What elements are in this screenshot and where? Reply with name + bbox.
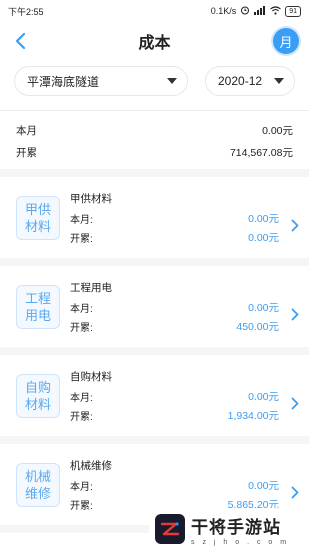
watermark-text: 干将手游站 s z j h o . c o m	[191, 513, 289, 546]
site-watermark: 干将手游站 s z j h o . c o m	[149, 508, 309, 550]
category-cumulative-value: 450.00元	[236, 320, 279, 333]
category-name: 机械维修	[70, 459, 112, 472]
summary-month-row: 本月 0.00元	[16, 119, 293, 141]
category-details: 机械维修 本月: 0.00元 开累: 5,865.20元	[70, 456, 279, 514]
status-icons: 0.1K/s 91	[211, 5, 301, 17]
alarm-icon	[240, 5, 250, 17]
date-select-value: 2020-12	[218, 74, 263, 88]
category-month-row: 本月: 0.00元	[70, 476, 279, 495]
category-name: 甲供材料	[70, 192, 112, 205]
category-cumulative-value: 0.00元	[248, 231, 279, 244]
category-month-label: 本月:	[70, 481, 93, 493]
page-title: 成本	[138, 35, 171, 52]
category-details: 工程用电 本月: 0.00元 开累: 450.00元	[70, 278, 279, 336]
month-toggle-button[interactable]: 月	[273, 28, 299, 54]
status-bar: 下午2:55 0.1K/s 91	[0, 0, 309, 22]
category-cumulative-row: 开累: 1,934.00元	[70, 406, 279, 425]
network-speed: 0.1K/s	[210, 6, 237, 16]
category-cumulative-row: 开累: 450.00元	[70, 317, 279, 336]
category-badge: 机械维修	[16, 462, 60, 507]
back-button[interactable]	[14, 29, 34, 53]
category-month-value: 0.00元	[248, 390, 279, 403]
category-month-row: 本月: 0.00元	[70, 387, 279, 406]
chevron-right-icon	[283, 308, 299, 321]
category-name: 工程用电	[70, 281, 112, 294]
category-month-value: 0.00元	[248, 301, 279, 314]
category-month-row: 本月: 0.00元	[70, 209, 279, 228]
category-cumulative-value: 1,934.00元	[227, 409, 279, 422]
wifi-icon	[270, 5, 282, 17]
cost-summary: 本月 0.00元 开累 714,567.08元	[0, 111, 309, 169]
category-month-label: 本月:	[70, 303, 93, 315]
cost-category-card[interactable]: 甲供材料 甲供材料 本月: 0.00元 开累: 0.00元	[0, 177, 309, 266]
summary-cumulative-row: 开累 714,567.08元	[16, 141, 293, 163]
battery-indicator: 91	[285, 5, 301, 17]
category-cumulative-label: 开累:	[70, 500, 93, 512]
category-details: 甲供材料 本月: 0.00元 开累: 0.00元	[70, 189, 279, 247]
caret-down-icon	[274, 78, 284, 84]
date-select[interactable]: 2020-12	[205, 66, 295, 96]
watermark-subtitle: s z j h o . c o m	[191, 538, 290, 546]
section-gap	[0, 169, 309, 177]
status-time: 下午2:55	[8, 6, 44, 17]
category-badge: 自购材料	[16, 373, 60, 418]
chevron-left-icon	[15, 32, 26, 50]
category-cumulative-label: 开累:	[70, 233, 93, 245]
category-month-value: 0.00元	[248, 212, 279, 225]
chevron-right-icon	[283, 486, 299, 499]
category-cumulative-row: 开累: 0.00元	[70, 228, 279, 247]
signal-icon	[254, 5, 266, 17]
summary-month-label: 本月	[16, 124, 37, 137]
category-month-label: 本月:	[70, 392, 93, 404]
summary-cumulative-value: 714,567.08元	[229, 146, 293, 159]
summary-cumulative-label: 开累	[16, 146, 37, 159]
category-name: 自购材料	[70, 370, 112, 383]
project-select-value: 平潭海底隧道	[27, 74, 100, 89]
chevron-right-icon	[283, 397, 299, 410]
chevron-right-icon	[283, 219, 299, 232]
category-cumulative-label: 开累:	[70, 322, 93, 334]
cost-category-card[interactable]: 自购材料 自购材料 本月: 0.00元 开累: 1,934.00元	[0, 355, 309, 444]
project-select[interactable]: 平潭海底隧道	[14, 66, 188, 96]
summary-month-value: 0.00元	[262, 124, 293, 137]
cost-category-card[interactable]: 工程用电 工程用电 本月: 0.00元 开累: 450.00元	[0, 266, 309, 355]
category-month-label: 本月:	[70, 214, 93, 226]
category-month-value: 0.00元	[248, 479, 279, 492]
category-badge: 甲供材料	[16, 195, 60, 240]
category-cumulative-label: 开累:	[70, 411, 93, 423]
watermark-title: 干将手游站	[191, 517, 281, 537]
category-badge: 工程用电	[16, 284, 60, 329]
caret-down-icon	[167, 78, 177, 84]
category-month-row: 本月: 0.00元	[70, 298, 279, 317]
cost-category-list: 甲供材料 甲供材料 本月: 0.00元 开累: 0.00元 工程用电 工程用电 …	[0, 177, 309, 533]
nav-bar: 成本 月	[0, 22, 309, 60]
category-details: 自购材料 本月: 0.00元 开累: 1,934.00元	[70, 367, 279, 425]
filter-bar: 平潭海底隧道 2020-12	[0, 60, 309, 104]
watermark-logo-icon	[155, 514, 185, 544]
